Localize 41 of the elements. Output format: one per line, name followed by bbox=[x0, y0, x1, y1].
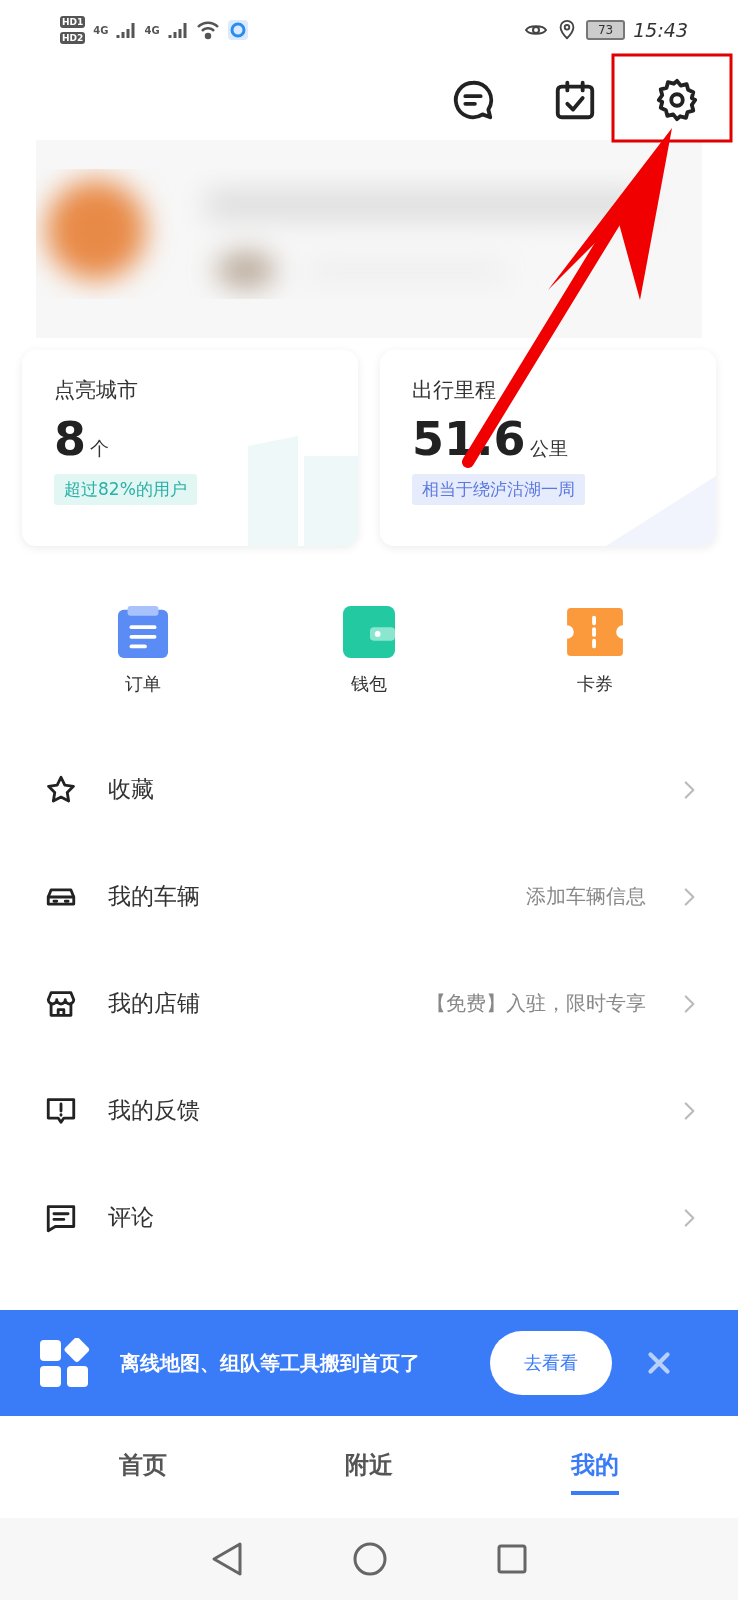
battery-indicator: 73 bbox=[585, 20, 626, 40]
menu-hint: 【免费】入驻，限时专享 bbox=[426, 990, 646, 1017]
document-icon bbox=[117, 606, 169, 658]
sim-badge: HD1 bbox=[60, 16, 86, 28]
sim-badge: HD2 bbox=[60, 32, 86, 44]
ticket-icon bbox=[564, 606, 626, 658]
network-label: 4G bbox=[144, 24, 160, 36]
back-icon[interactable] bbox=[211, 1541, 243, 1577]
stat-unit: 公里 bbox=[529, 436, 568, 461]
signal-icon bbox=[167, 21, 188, 39]
nav-tab[interactable]: 附近 bbox=[345, 1439, 393, 1495]
nav-tab[interactable]: 首页 bbox=[119, 1439, 167, 1495]
stat-title: 出行里程 bbox=[412, 377, 497, 404]
shortcut-button[interactable]: 卡券 bbox=[540, 606, 650, 696]
apps-icon bbox=[40, 1338, 90, 1388]
signal-icon bbox=[116, 21, 137, 39]
menu-item[interactable]: 评论 bbox=[108, 1202, 646, 1233]
stat-unit: 个 bbox=[90, 436, 109, 461]
wifi-icon bbox=[195, 20, 220, 40]
app-icon bbox=[227, 20, 248, 40]
stat-note: 超过82%的用户 bbox=[54, 474, 197, 505]
network-label: 4G bbox=[93, 24, 109, 36]
recents-icon[interactable] bbox=[497, 1544, 527, 1574]
shortcut-button[interactable]: 钱包 bbox=[314, 606, 424, 696]
menu-item[interactable]: 我的反馈 bbox=[108, 1095, 646, 1126]
wallet-icon bbox=[342, 606, 396, 658]
home-icon[interactable] bbox=[353, 1542, 387, 1576]
menu-item[interactable]: 我的店铺 bbox=[108, 988, 396, 1019]
stat-title: 点亮城市 bbox=[54, 377, 139, 404]
stat-value: 8 bbox=[54, 412, 86, 466]
menu-item[interactable]: 收藏 bbox=[108, 774, 646, 805]
stat-note: 相当于绕泸沽湖一周 bbox=[412, 474, 585, 505]
banner-text: 离线地图、组队等工具搬到首页了 bbox=[120, 1350, 421, 1377]
menu-hint: 添加车辆信息 bbox=[526, 883, 646, 910]
settings-icon[interactable] bbox=[654, 77, 700, 123]
shortcut-button[interactable]: 订单 bbox=[88, 606, 198, 696]
nav-tab[interactable]: 我的 bbox=[571, 1439, 619, 1495]
menu-item[interactable]: 我的车辆 bbox=[108, 881, 496, 912]
stat-card[interactable]: 点亮城市 8 个 超过82%的用户 bbox=[22, 350, 358, 546]
clock-time: 15:43 bbox=[633, 19, 688, 41]
view-button[interactable]: 去看看 bbox=[490, 1331, 612, 1395]
